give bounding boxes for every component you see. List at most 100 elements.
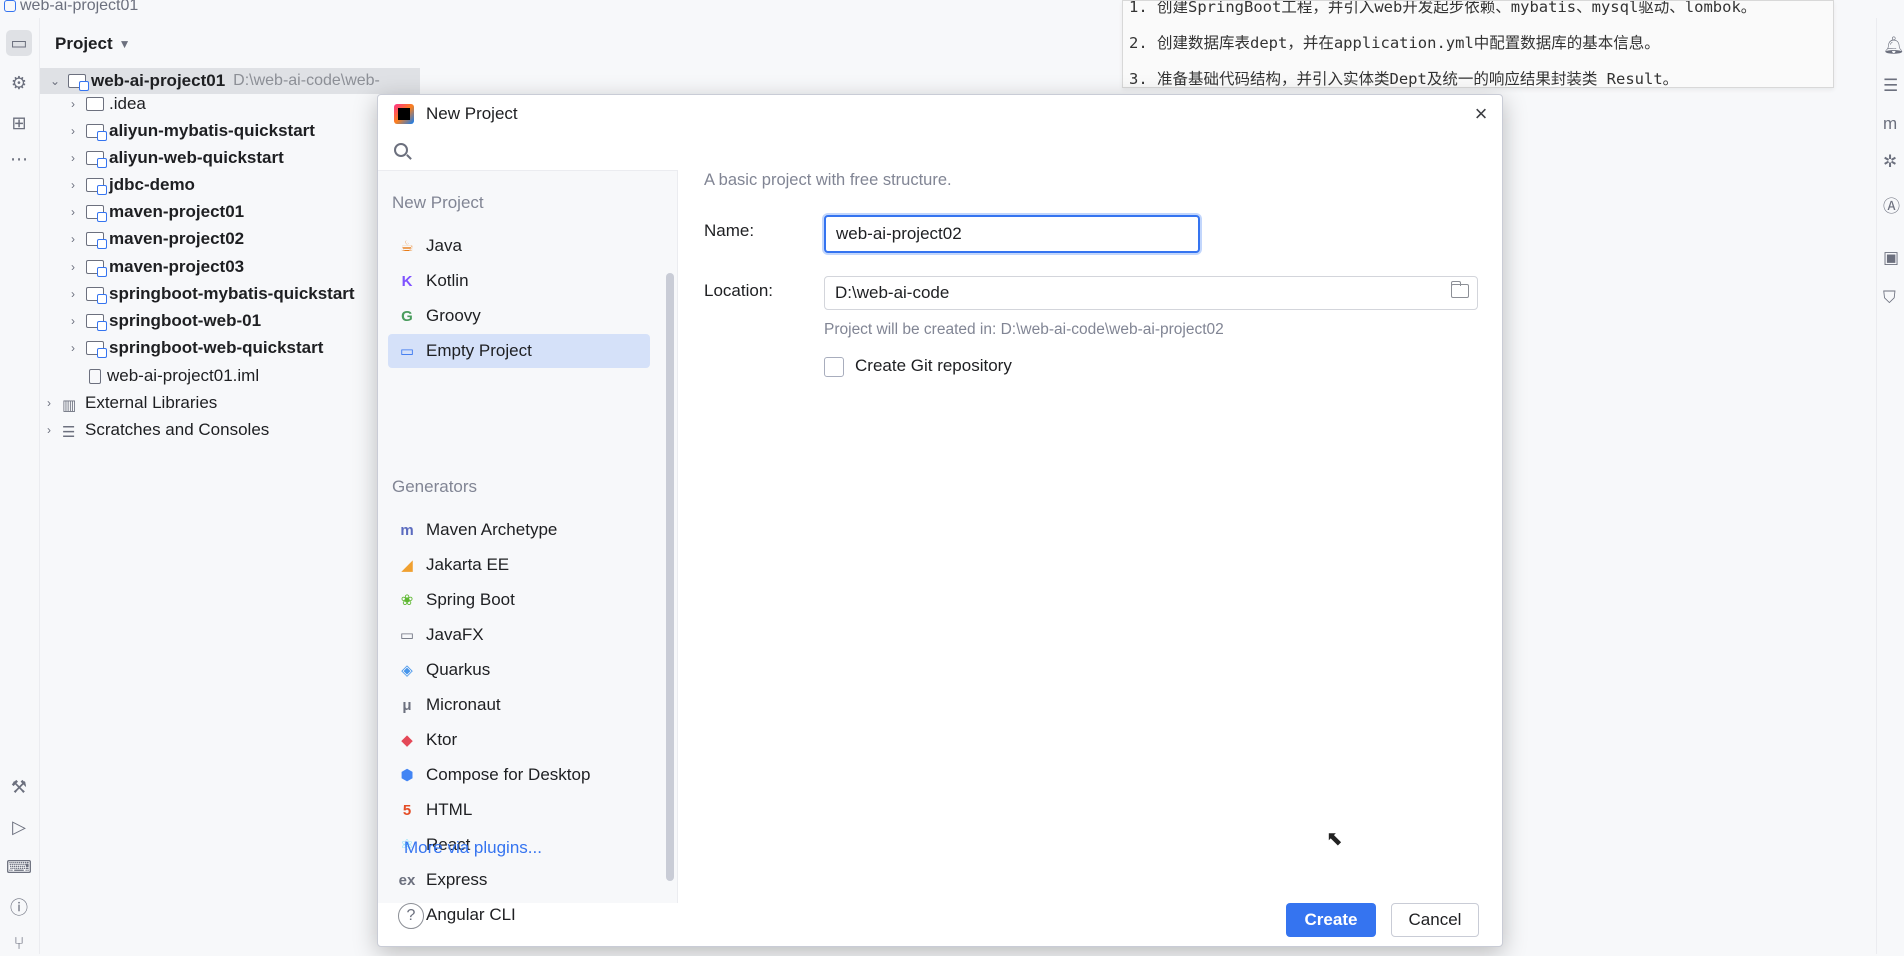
generator-item-label: Compose for Desktop [426, 765, 591, 784]
chevron-right-icon[interactable]: › [42, 423, 56, 437]
tree-label: External Libraries [85, 393, 218, 412]
project-icon [4, 0, 16, 12]
scratches-icon: ☰ [62, 424, 76, 441]
tree-label: maven-project03 [109, 257, 245, 276]
tree-label: aliyun-web-quickstart [109, 148, 284, 167]
spring-boot-icon: ❀ [400, 592, 414, 609]
chevron-right-icon[interactable]: › [66, 287, 80, 301]
tree-label: springboot-mybatis-quickstart [109, 284, 355, 303]
tree-label: aliyun-mybatis-quickstart [109, 121, 315, 140]
note-line: 3. 准备基础代码结构，并引入实体类Dept及统一的响应结果封装类 Result… [1129, 70, 1679, 88]
javafx-icon: ▭ [399, 627, 415, 644]
chevron-right-icon[interactable]: › [66, 205, 80, 219]
generator-item-label: Ktor [426, 730, 458, 749]
tree-row[interactable]: › ▥ External Libraries [42, 390, 422, 416]
generator-item[interactable]: ex Express [388, 863, 650, 897]
right-tool-strip: 🔔︎ ☰ m ✲ Ⓐ ▣ ⛉ [1876, 18, 1904, 954]
gear-icon[interactable]: ⚙ [6, 70, 32, 96]
module-folder-icon [86, 232, 107, 249]
project-panel-header[interactable]: Project ▼ [55, 32, 131, 56]
run-icon[interactable]: ▷ [6, 814, 32, 840]
git-checkbox[interactable] [824, 357, 844, 377]
dialog-title-bar[interactable]: New Project [378, 95, 1502, 133]
git-icon[interactable]: ⑂ [6, 930, 32, 956]
tree-label: jdbc-demo [109, 175, 195, 194]
tree-label: web-ai-project01.iml [107, 366, 260, 385]
chevron-right-icon[interactable]: › [66, 124, 80, 138]
module-folder-icon [68, 74, 89, 91]
generator-item-label: Quarkus [426, 660, 491, 679]
generator-item-label: Express [426, 870, 488, 889]
generator-item[interactable]: AAngular CLI [388, 898, 650, 932]
name-field[interactable] [824, 215, 1200, 253]
generator-item[interactable]: μ Micronaut [388, 688, 650, 722]
module-folder-icon [86, 205, 107, 222]
terminal-icon[interactable]: ⌨ [6, 854, 32, 880]
cancel-button[interactable]: Cancel [1391, 903, 1479, 937]
generator-item-label: Kotlin [426, 271, 469, 290]
chevron-right-icon[interactable]: › [66, 178, 80, 192]
generator-item[interactable]: ◈ Quarkus [388, 653, 650, 687]
generator-item[interactable]: m Maven Archetype [388, 513, 650, 547]
chevron-right-icon[interactable]: › [66, 341, 80, 355]
generator-item[interactable]: ◢ Jakarta EE [388, 548, 650, 582]
close-icon[interactable]: × [1470, 103, 1492, 125]
micronaut-icon: μ [402, 696, 412, 714]
dialog-title: New Project [426, 104, 518, 123]
notifications-icon[interactable]: 🔔︎ [1883, 36, 1904, 58]
generator-item[interactable]: ❀ Spring Boot [388, 583, 650, 617]
generator-item[interactable]: 5 HTML [388, 793, 650, 827]
chevron-down-icon[interactable]: ⌄ [48, 74, 62, 88]
chevron-right-icon[interactable]: › [42, 396, 56, 410]
generator-item[interactable]: ▭ Empty Project [388, 334, 650, 368]
search-box[interactable] [378, 133, 678, 171]
help-button[interactable]: ? [398, 903, 424, 929]
module-folder-icon [86, 178, 107, 195]
generator-item[interactable]: G Groovy [388, 299, 650, 333]
groovy-icon: G [401, 307, 413, 325]
maven-icon: m [400, 521, 414, 539]
module-folder-icon [86, 260, 107, 277]
search-input[interactable] [416, 139, 666, 165]
ai-icon[interactable]: Ⓐ [1883, 192, 1904, 216]
chevron-right-icon[interactable]: › [66, 151, 80, 165]
create-button[interactable]: Create [1286, 903, 1376, 937]
location-field[interactable] [824, 276, 1478, 310]
html-icon: 5 [402, 801, 412, 819]
maven-icon[interactable]: m [1883, 114, 1904, 136]
translate-icon[interactable]: ▣ [1883, 248, 1904, 270]
generator-item-label: Java [426, 236, 462, 255]
browse-folder-icon[interactable] [1450, 281, 1469, 298]
chevron-right-icon[interactable]: › [66, 314, 80, 328]
folder-icon[interactable]: ▭ [6, 30, 32, 56]
generator-item[interactable]: ◆ Ktor [388, 723, 650, 757]
hammer-icon[interactable]: ⚒ [6, 774, 32, 800]
empty-project-icon: ▭ [399, 343, 415, 360]
iml-file-icon [89, 368, 101, 384]
module-folder-icon [86, 287, 107, 304]
ai-assistant-icon[interactable]: ✲ [1883, 152, 1904, 174]
tree-row[interactable]: › ☰ Scratches and Consoles [42, 417, 422, 443]
project-panel-title: Project [55, 34, 113, 53]
problems-icon[interactable]: ⓘ [6, 894, 32, 920]
generator-item[interactable]: K Kotlin [388, 264, 650, 298]
quarkus-icon: ◈ [401, 662, 413, 679]
folder-icon [86, 97, 104, 111]
chevron-right-icon[interactable]: › [66, 260, 80, 274]
generator-item[interactable]: ⬢ Compose for Desktop [388, 758, 650, 792]
more-plugins-link[interactable]: More via plugins... [404, 838, 542, 858]
kotlin-icon: K [401, 272, 413, 290]
generator-item[interactable]: ▭ JavaFX [388, 618, 650, 652]
chevron-right-icon[interactable]: › [66, 97, 80, 111]
chevron-right-icon[interactable]: › [66, 232, 80, 246]
generator-item[interactable]: ☕ Java [388, 229, 650, 263]
database-icon[interactable]: ☰ [1883, 76, 1904, 98]
generator-item-label: Maven Archetype [426, 520, 558, 539]
chevron-down-icon: ▼ [118, 37, 131, 51]
security-icon[interactable]: ⛉ [1883, 288, 1904, 310]
structure-icon[interactable]: ⊞ [6, 110, 32, 136]
git-checkbox-label[interactable]: Create Git repository [855, 356, 1012, 376]
list-scrollbar[interactable] [666, 273, 674, 881]
more-icon[interactable]: ⋯ [6, 146, 32, 172]
generator-item-label: Jakarta EE [426, 555, 510, 574]
